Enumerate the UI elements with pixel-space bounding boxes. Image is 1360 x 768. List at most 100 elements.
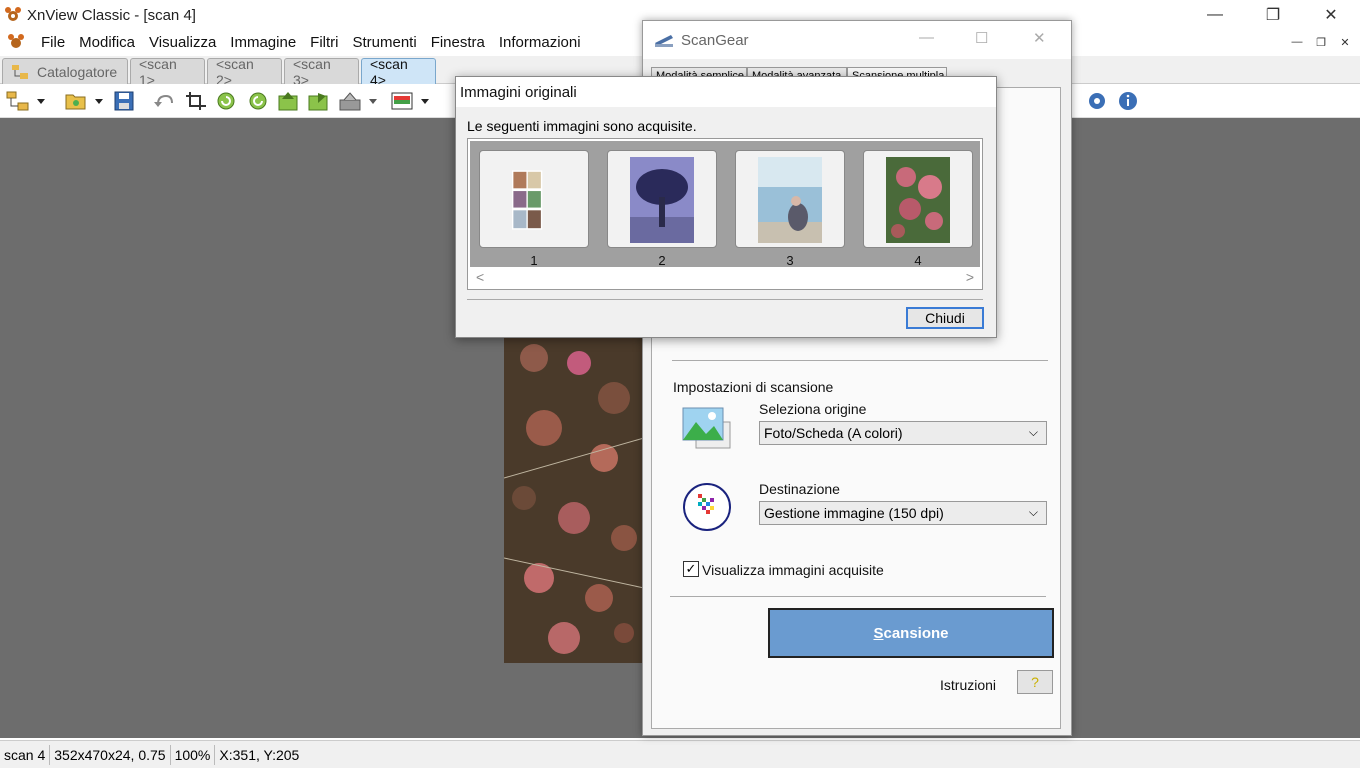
question-icon: ?	[1031, 674, 1039, 690]
save-icon[interactable]	[112, 90, 136, 112]
scanned-image[interactable]	[504, 338, 644, 663]
thumbnail-image	[630, 157, 694, 243]
dialog-message: Le seguenti immagini sono acquisite.	[467, 118, 697, 134]
thumbnail-1[interactable]	[479, 150, 589, 248]
original-images-dialog: Immagini originali Le seguenti immagini …	[455, 76, 997, 338]
separator	[467, 299, 983, 300]
instructions-label: Istruzioni	[940, 677, 997, 693]
scangear-minimize-button[interactable]: —	[919, 29, 934, 46]
scroll-right-icon[interactable]: >	[966, 269, 974, 285]
scangear-maximize-button[interactable]: ☐	[975, 29, 988, 47]
thumbnail-4[interactable]	[863, 150, 973, 248]
dialog-title: Immagini originali	[456, 77, 996, 107]
minimize-button[interactable]: —	[1186, 0, 1244, 30]
xnview-app-icon[interactable]	[3, 5, 23, 25]
adjust-icon[interactable]	[390, 90, 414, 112]
document-menu-icon[interactable]	[6, 32, 26, 52]
status-file-name: scan 4	[0, 744, 51, 765]
chiudi-button[interactable]: Chiudi	[906, 307, 984, 329]
scangear-close-button[interactable]: ✕	[1033, 29, 1046, 47]
open-folder-icon[interactable]	[64, 90, 88, 112]
menu-file[interactable]: File	[34, 34, 72, 51]
menu-finestra[interactable]: Finestra	[424, 34, 492, 51]
separator	[672, 360, 1048, 361]
thumbnail-2[interactable]	[607, 150, 717, 248]
show-images-label[interactable]: Visualizza immagini acquisite	[702, 562, 884, 578]
thumbnail-area: 1 2 3 4	[470, 141, 980, 268]
folder-tree-icon	[12, 64, 28, 79]
rotate-right-icon[interactable]	[246, 90, 270, 112]
window-title: XnView Classic - [scan 4]	[27, 6, 196, 24]
tab-scan-1[interactable]: <scan 1>	[130, 56, 205, 88]
rotate-left-icon[interactable]	[214, 90, 238, 112]
status-bar: scan 4 352x470x24, 0.75 100% X:351, Y:20…	[0, 740, 1360, 768]
tab-label: Catalogatore	[37, 63, 118, 80]
show-images-checkbox[interactable]: ✓	[683, 561, 699, 577]
scangear-title: ScanGear	[681, 31, 749, 49]
scan-button-label: cansione	[883, 624, 949, 642]
destination-label: Destinazione	[759, 481, 840, 497]
thumbnail-3[interactable]	[735, 150, 845, 248]
menu-modifica[interactable]: Modifica	[72, 34, 142, 51]
previous-icon[interactable]	[276, 90, 300, 112]
tab-label: <scan 4>	[370, 55, 408, 88]
chevron-down-icon[interactable]	[366, 90, 380, 112]
menu-informazioni[interactable]: Informazioni	[492, 34, 588, 51]
destination-select[interactable]: Gestione immagine (150 dpi) ⌵	[759, 501, 1047, 525]
scan-button-mnemonic: S	[873, 624, 884, 642]
tab-label: <scan 2>	[216, 55, 254, 88]
status-image-info: 352x470x24, 0.75	[50, 744, 171, 765]
thumbnail-image	[512, 170, 543, 230]
separator	[670, 596, 1046, 597]
menu-visualizza[interactable]: Visualizza	[142, 34, 223, 51]
destination-value: Gestione immagine (150 dpi)	[764, 505, 944, 521]
chevron-down-icon: ⌵	[1028, 505, 1038, 519]
thumbnail-image	[886, 157, 950, 243]
scangear-title-bar: ScanGear — ☐ ✕	[643, 21, 1071, 59]
tab-scan-2[interactable]: <scan 2>	[207, 56, 282, 88]
doc-close-icon[interactable]: ✕	[1334, 32, 1356, 52]
thumbnail-image	[758, 157, 822, 243]
undo-icon[interactable]	[152, 90, 176, 112]
scan-button[interactable]: Scansione	[768, 608, 1054, 658]
source-select[interactable]: Foto/Scheda (A colori) ⌵	[759, 421, 1047, 445]
acquire-icon[interactable]	[338, 90, 362, 112]
info-icon[interactable]	[1116, 90, 1140, 112]
menu-filtri[interactable]: Filtri	[303, 34, 345, 51]
tab-label: <scan 3>	[293, 55, 331, 88]
status-zoom: 100%	[171, 744, 216, 765]
thumbnail-number: 3	[786, 253, 794, 268]
tab-label: <scan 1>	[139, 55, 177, 88]
photo-source-icon	[682, 407, 731, 449]
tab-scan-4[interactable]: <scan 4>	[361, 56, 436, 88]
chevron-down-icon[interactable]	[418, 90, 432, 112]
chevron-down-icon[interactable]	[34, 90, 48, 112]
thumbnail-number: 1	[530, 253, 538, 268]
thumbnail-number: 4	[914, 253, 922, 268]
menu-immagine[interactable]: Immagine	[223, 34, 303, 51]
next-icon[interactable]	[306, 90, 330, 112]
scroll-left-icon[interactable]: <	[476, 269, 484, 285]
tab-catalogatore[interactable]: Catalogatore	[2, 58, 128, 84]
destination-icon	[683, 483, 731, 531]
browser-icon[interactable]	[6, 90, 30, 112]
scanner-icon	[655, 35, 673, 47]
maximize-button[interactable]: ❐	[1244, 0, 1302, 30]
source-value: Foto/Scheda (A colori)	[764, 425, 903, 441]
thumbnail-list: 1 2 3 4 < >	[467, 138, 983, 290]
doc-restore-icon[interactable]: ❐	[1310, 32, 1332, 52]
tab-scan-3[interactable]: <scan 3>	[284, 56, 359, 88]
close-button[interactable]: ✕	[1302, 0, 1360, 30]
settings-icon[interactable]	[1085, 90, 1109, 112]
source-label: Seleziona origine	[759, 401, 867, 417]
status-coordinates: X:351, Y:205	[219, 746, 300, 763]
crop-icon[interactable]	[184, 90, 208, 112]
document-window-controls: — ❐ ✕	[1286, 32, 1356, 52]
scan-settings-heading: Impostazioni di scansione	[673, 379, 834, 395]
menu-strumenti[interactable]: Strumenti	[345, 34, 423, 51]
horizontal-scrollbar[interactable]: < >	[470, 269, 980, 287]
help-button[interactable]: ?	[1017, 670, 1053, 694]
chevron-down-icon: ⌵	[1028, 425, 1038, 439]
doc-minimize-icon[interactable]: —	[1286, 32, 1308, 52]
chevron-down-icon[interactable]	[92, 90, 106, 112]
